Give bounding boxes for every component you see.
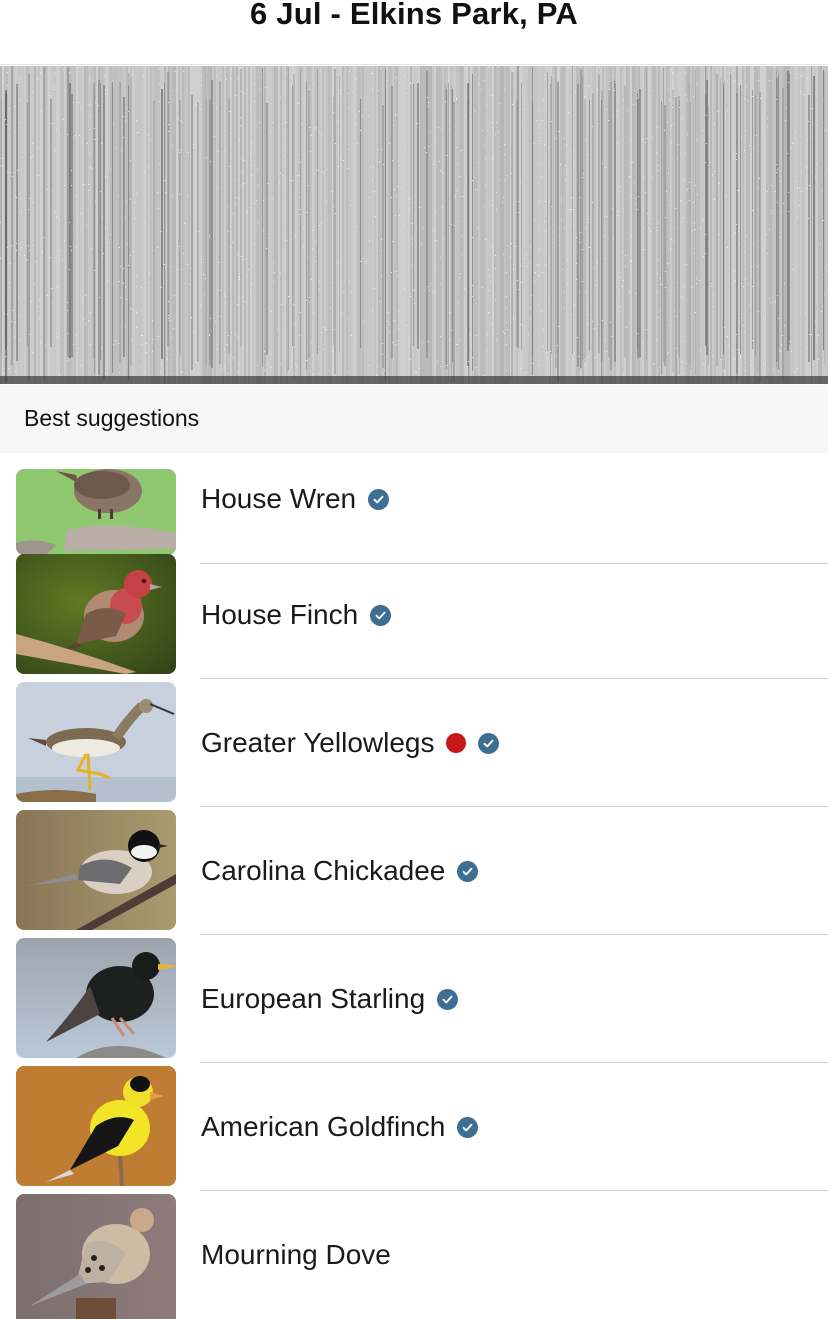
section-header: Best suggestions <box>0 385 828 453</box>
verified-check-icon <box>478 732 500 754</box>
house-finch-photo <box>16 554 176 674</box>
european-starling-photo <box>16 938 176 1058</box>
spectrogram[interactable] <box>0 66 828 384</box>
american-goldfinch-photo <box>16 1066 176 1186</box>
carolina-chickadee-photo <box>16 810 176 930</box>
species-name: House Wren <box>201 483 357 514</box>
page-title: 6 Jul - Elkins Park, PA <box>250 0 578 31</box>
header: 6 Jul - Elkins Park, PA <box>0 0 828 65</box>
verified-check-icon <box>370 604 392 626</box>
suggestion-row[interactable]: American Goldfinch <box>0 1063 828 1191</box>
species-name: American Goldfinch <box>201 1111 446 1142</box>
suggestion-row[interactable]: European Starling <box>0 935 828 1063</box>
rare-species-dot-icon <box>446 733 467 753</box>
verified-check-icon <box>368 488 390 510</box>
section-title: Best suggestions <box>24 405 200 431</box>
suggestion-row[interactable]: Mourning Dove <box>0 1191 828 1319</box>
species-name: Greater Yellowlegs <box>201 727 435 758</box>
species-name: Mourning Dove <box>201 1239 391 1270</box>
species-name: European Starling <box>201 983 426 1014</box>
suggestion-row[interactable]: Greater Yellowlegs <box>0 679 828 807</box>
mourning-dove-photo <box>16 1194 176 1319</box>
spectrogram-image <box>0 66 828 384</box>
species-name: House Finch <box>201 599 359 630</box>
house-wren-photo <box>16 469 176 555</box>
verified-check-icon <box>457 1116 479 1138</box>
species-name: Carolina Chickadee <box>201 855 446 886</box>
suggestion-row[interactable]: House Finch <box>0 551 828 679</box>
verified-check-icon <box>457 860 479 882</box>
greater-yellowlegs-photo <box>16 682 176 802</box>
verified-check-icon <box>437 988 459 1010</box>
suggestion-row[interactable]: Carolina Chickadee <box>0 807 828 935</box>
